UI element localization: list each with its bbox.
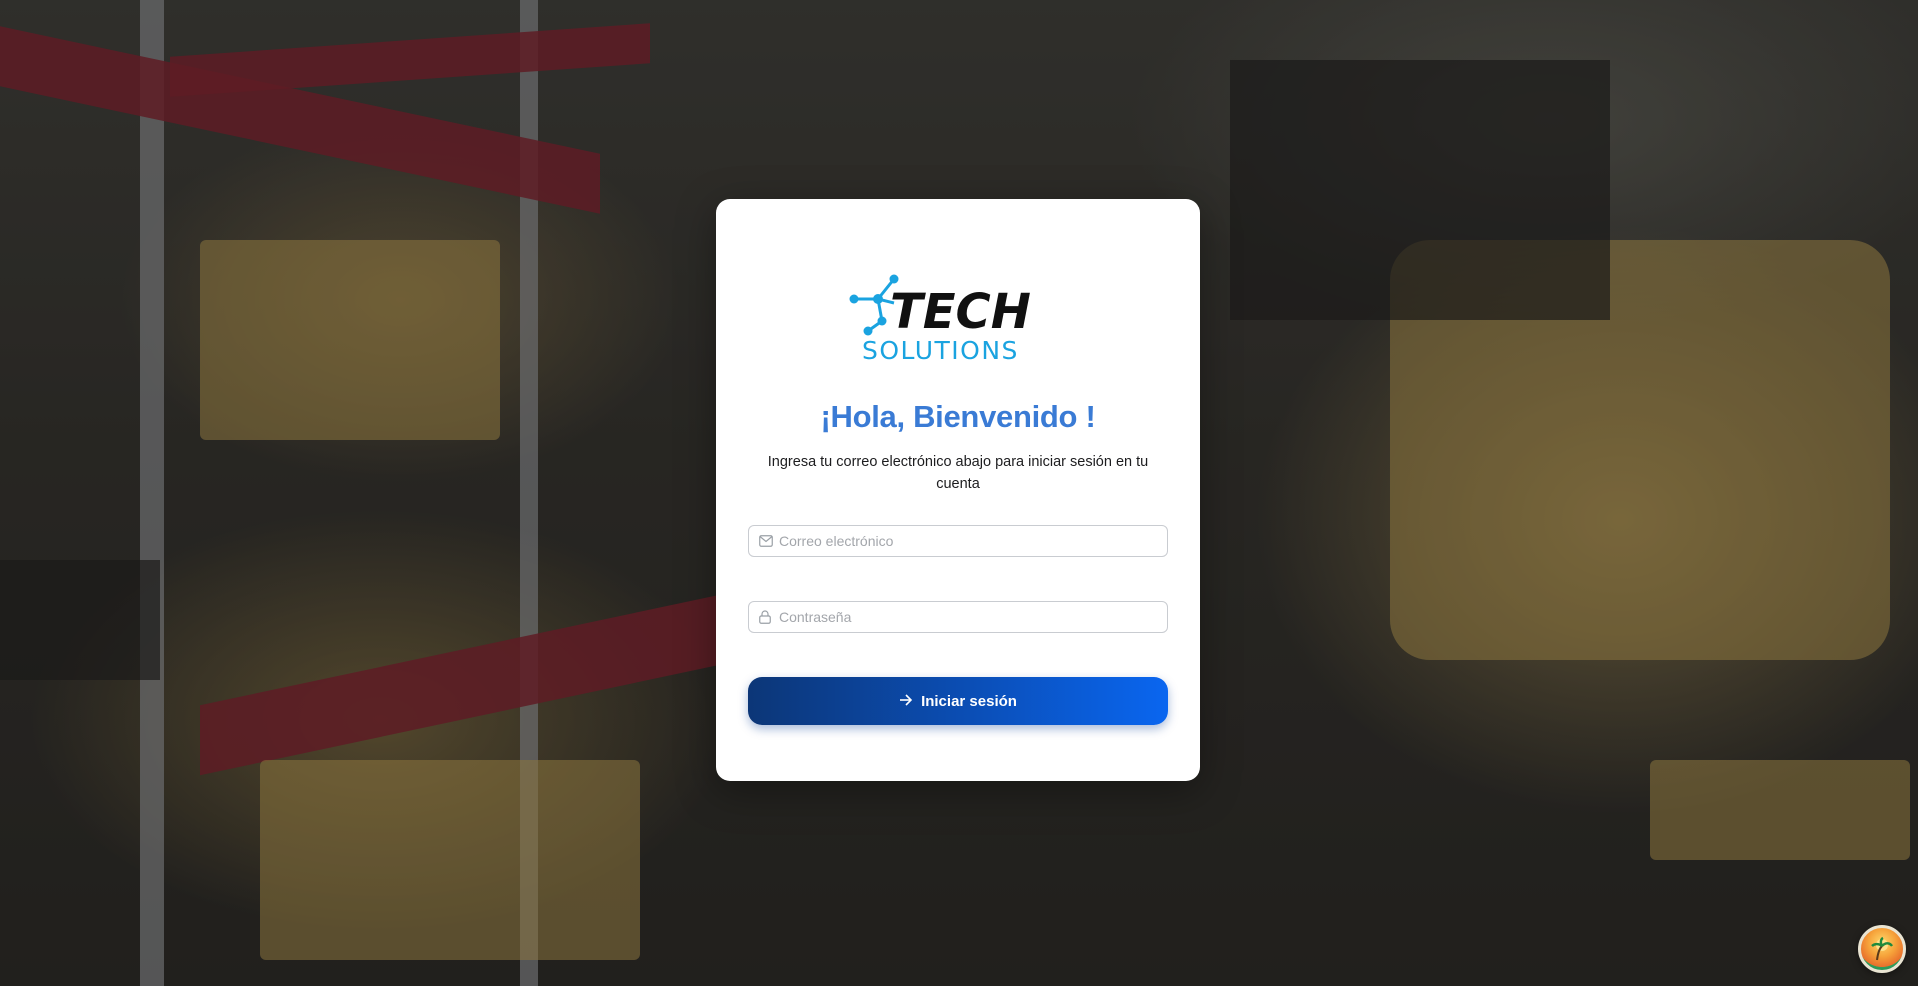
page-subtitle: Ingresa tu correo electrónico abajo para… [767,454,1149,492]
email-input[interactable] [779,533,1167,549]
beach-avatar-icon[interactable] [1858,925,1906,973]
lock-icon [759,610,773,624]
mail-icon [759,534,773,548]
svg-text:SOLUTIONS: SOLUTIONS [862,336,1019,363]
page-title: ¡Hola, Bienvenido ! [820,399,1096,434]
login-button[interactable]: Iniciar sesión [748,677,1168,725]
password-field[interactable] [748,601,1168,633]
arrow-right-icon [899,693,913,710]
login-button-label: Iniciar sesión [921,692,1017,710]
brand-logo: TECH SOLUTIONS [848,273,1064,365]
email-field[interactable] [748,525,1168,557]
svg-text:TECH: TECH [890,284,1031,340]
password-input[interactable] [779,609,1167,625]
login-card: TECH SOLUTIONS ¡Hola, Bienvenido ! Ingre… [716,199,1200,781]
